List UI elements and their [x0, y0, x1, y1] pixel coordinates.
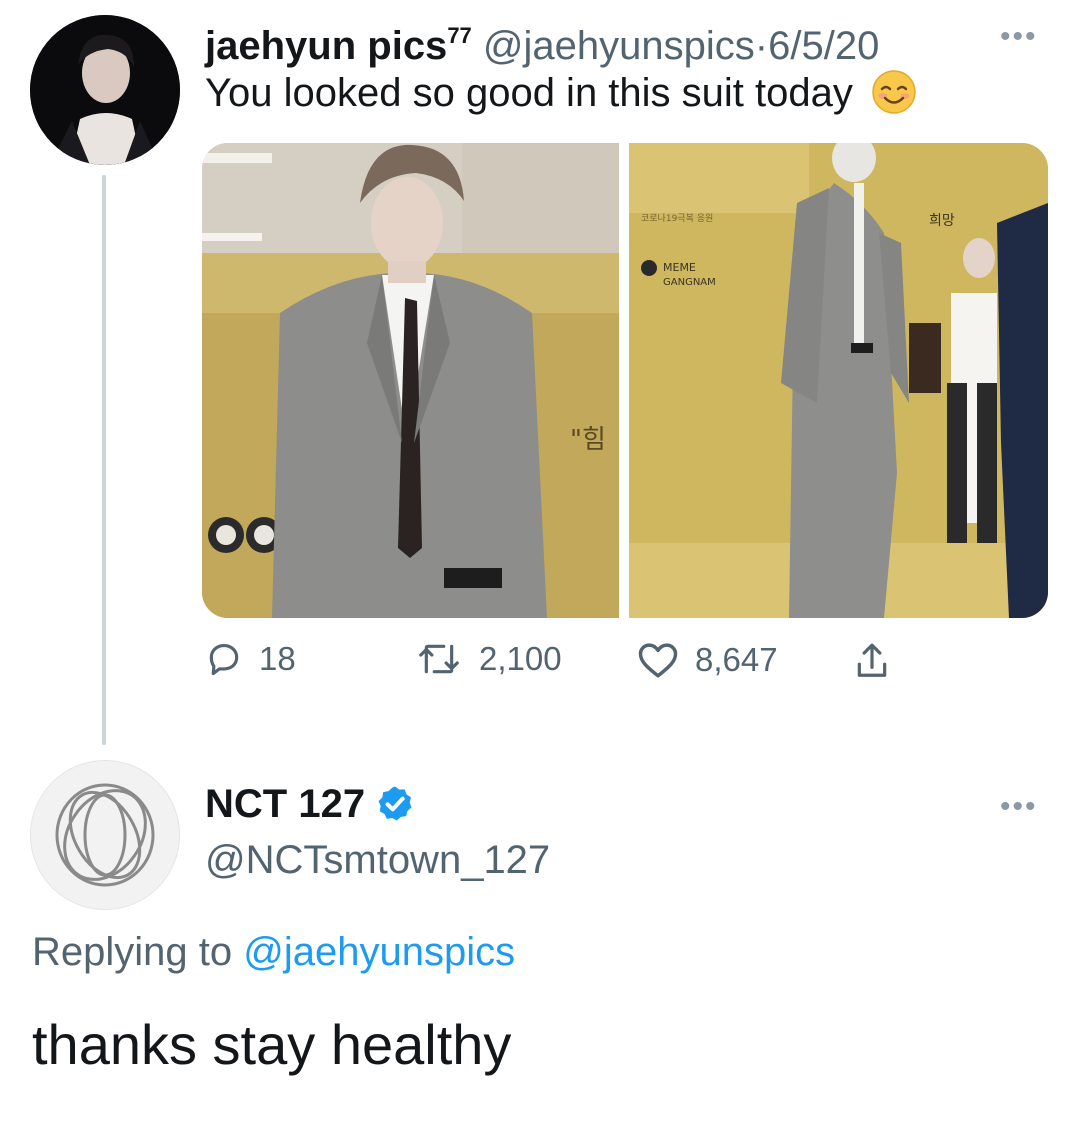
media-photo-left[interactable]: "힘 — [202, 143, 619, 618]
tweet-text: You looked so good in this suit today — [205, 68, 918, 117]
reply-tweet: NCT 127 @NCTsmtown_127 ••• Replying to @… — [0, 760, 1080, 1142]
reply-button[interactable]: 18 — [205, 640, 296, 678]
logo-text-line1: MEME — [663, 261, 696, 274]
thread-connector-line — [102, 175, 106, 745]
signage-text-left: "힘 — [570, 425, 606, 455]
signage-text-right: 희망 — [929, 213, 955, 229]
ellipsis-icon[interactable]: ••• — [1000, 790, 1038, 824]
smiling-face-emoji-icon — [872, 70, 916, 114]
meta-separator: · — [754, 24, 769, 68]
reply-display-name[interactable]: NCT 127 — [205, 780, 365, 828]
signage-small-text: 코로나19극복 응원 — [641, 213, 713, 224]
reply-count: 18 — [259, 640, 296, 677]
nct-logo-avatar[interactable] — [30, 760, 180, 910]
logo-text-line2: GANGNAM — [663, 277, 716, 288]
heart-icon — [638, 643, 678, 678]
verified-badge-icon — [378, 786, 412, 821]
user-handle[interactable]: @jaehyunspics — [483, 24, 755, 68]
reply-text: thanks stay healthy — [32, 1013, 512, 1076]
retweet-count: 2,100 — [479, 640, 562, 677]
tweet-media-grid[interactable]: "힘 코로나19극복 응원 MEME GANGNAM 희망 — [202, 143, 1048, 618]
share-button[interactable] — [853, 640, 891, 682]
retweet-button[interactable]: 2,100 — [415, 640, 562, 678]
replying-to-mention[interactable]: @jaehyunspics — [243, 930, 515, 974]
retweet-icon — [419, 644, 459, 674]
media-photo-right[interactable]: 코로나19극복 응원 MEME GANGNAM 희망 — [629, 143, 1048, 618]
reply-icon — [209, 643, 239, 676]
reply-user-handle[interactable]: @NCTsmtown_127 — [205, 836, 550, 884]
like-count: 8,647 — [695, 641, 778, 678]
replying-to-label: Replying to — [32, 930, 233, 974]
tweet-header: jaehyun pics77 @jaehyunspics·6/5/20 — [205, 12, 879, 70]
display-name[interactable]: jaehyun pics — [205, 24, 447, 68]
like-button[interactable]: 8,647 — [637, 640, 778, 680]
original-tweet: jaehyun pics77 @jaehyunspics·6/5/20 ••• … — [0, 0, 1080, 760]
tweet-action-bar: 18 2,100 8,647 — [205, 640, 925, 694]
user-avatar[interactable] — [30, 15, 180, 165]
display-name-suffix: 77 — [447, 23, 472, 48]
ellipsis-icon[interactable]: ••• — [1000, 20, 1038, 54]
replying-to-line: Replying to @jaehyunspics — [32, 928, 515, 976]
reply-display-name-row: NCT 127 — [205, 780, 415, 828]
share-icon — [857, 643, 887, 677]
tweet-date[interactable]: 6/5/20 — [768, 24, 879, 68]
tweet-text-body: You looked so good in this suit today — [205, 71, 853, 115]
